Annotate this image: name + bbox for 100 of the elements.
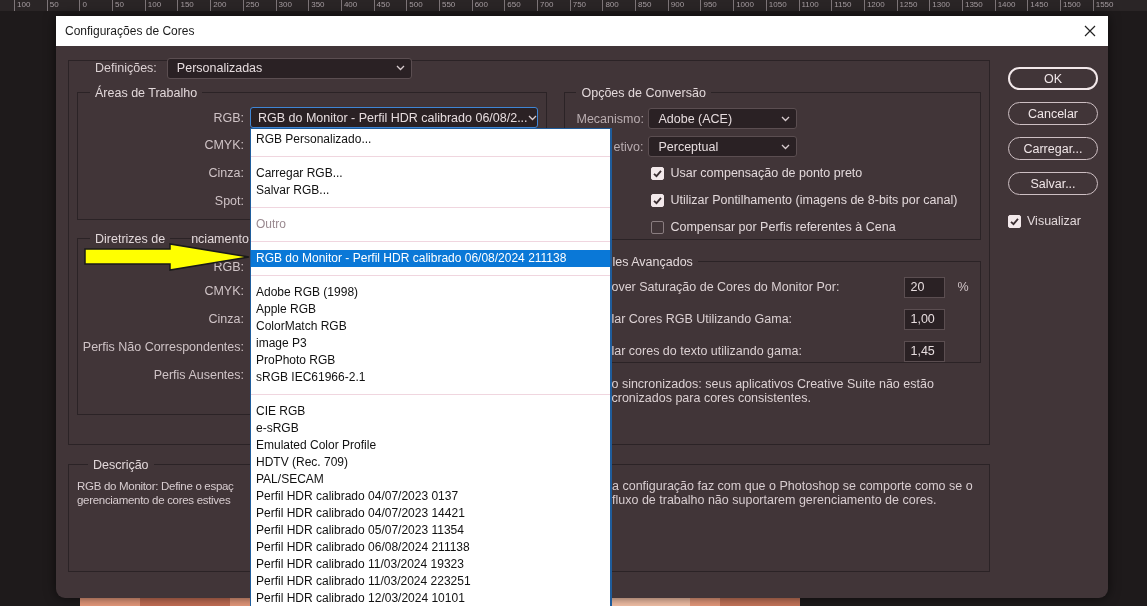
ruler-label: 1250 <box>896 0 930 11</box>
dropdown-field[interactable]: Personalizadas <box>166 57 412 79</box>
ruler-label: 50 <box>112 0 145 11</box>
menu-item[interactable]: Salvar RGB... <box>251 182 610 199</box>
ruler-label: 200 <box>210 0 243 11</box>
menu-item[interactable]: Apple RGB <box>251 301 610 318</box>
field-label: Mecanismo: <box>576 111 644 126</box>
checkbox-label: Usar compensação de ponto preto <box>670 166 863 180</box>
description-text: gerenciamento de cores estives <box>77 493 231 507</box>
ruler-label: 1350 <box>961 0 995 11</box>
menu-item[interactable]: Perfil HDR calibrado 11/03/2024 19323 <box>251 556 610 573</box>
field-label: Cinza: <box>208 166 244 180</box>
menu-item[interactable]: Adobe RGB (1998) <box>251 284 610 301</box>
dropdown-field[interactable]: Adobe (ACE) <box>648 108 798 129</box>
chevron-icon <box>781 115 791 122</box>
ruler-label: 1550 <box>1092 0 1126 11</box>
menu-item[interactable]: image P3 <box>251 335 610 352</box>
note-text: cronizados para cores consistentes. <box>611 391 812 405</box>
field-label: lar cores do texto utilizando gama: <box>611 344 803 358</box>
menu-item[interactable]: Perfil HDR calibrado 12/03/2024 10101 <box>251 590 610 606</box>
field-label: Perfis Não Correspondentes: <box>82 340 244 354</box>
chevron-icon <box>527 114 537 121</box>
number-field[interactable]: 1,00 <box>904 308 946 330</box>
ruler-label: 100 <box>144 0 178 11</box>
ruler-label: 900 <box>667 0 701 11</box>
menu-item[interactable]: Emulated Color Profile <box>251 437 610 454</box>
ruler-label: 1150 <box>831 0 864 11</box>
menu-item[interactable]: PAL/SECAM <box>251 471 610 488</box>
menu-item[interactable]: ColorMatch RGB <box>251 318 610 335</box>
menu-item[interactable]: e-sRGB <box>251 420 610 437</box>
menu-item[interactable]: HDTV (Rec. 709) <box>251 454 610 471</box>
chevron-icon <box>781 143 791 150</box>
ruler-label: 50 <box>46 0 80 11</box>
menu-item[interactable]: CIE RGB <box>251 403 610 420</box>
group-title: Descrição <box>88 457 154 473</box>
ruler-label: 1500 <box>1060 0 1093 11</box>
description-text: a configuração faz com que o Photoshop se comporte como se o <box>612 479 974 493</box>
ruler-label: 1450 <box>1027 0 1060 11</box>
dropdown-field[interactable]: RGB do Monitor - Perfil HDR calibrado 06/08/2... <box>250 107 538 128</box>
field-label: etivo: <box>612 139 644 154</box>
menu-item[interactable]: RGB do Monitor - Perfil HDR calibrado 06/08/2024 211138 <box>251 250 610 267</box>
menu-item[interactable]: Carregar RGB... <box>251 165 610 182</box>
chevron-icon <box>395 65 405 71</box>
field-label: Perfis Ausentes: <box>153 368 244 382</box>
menu-item[interactable]: Perfil HDR calibrado 04/07/2023 0137 <box>251 488 610 505</box>
ruler-label: 550 <box>438 0 472 11</box>
dropdown-field[interactable]: Perceptual <box>648 136 798 157</box>
close-button[interactable] <box>1082 23 1098 39</box>
ruler-label: 600 <box>471 0 505 11</box>
checkbox-label: Compensar por Perfis referentes à Cena <box>670 220 896 234</box>
group-title: les Avançados <box>612 254 698 270</box>
number-field[interactable]: 20 <box>904 276 946 298</box>
field-label: RGB: <box>213 110 244 125</box>
window-title: Configurações de Cores <box>65 24 195 38</box>
ruler-label: 950 <box>700 0 734 11</box>
field-label: CMYK: <box>204 284 244 298</box>
ruler-label: 400 <box>340 0 374 11</box>
menu-item[interactable]: RGB Personalizado... <box>251 131 610 148</box>
ruler-label: 150 <box>177 0 211 11</box>
ruler-label: 0 <box>79 0 113 11</box>
ruler-label: 350 <box>308 0 341 11</box>
ruler-label: 750 <box>569 0 603 11</box>
ruler-label: 1000 <box>733 0 766 11</box>
ruler-label: 1050 <box>765 0 799 11</box>
field-label: over Saturação de Cores do Monitor Por: <box>611 280 841 294</box>
menu-item[interactable]: Perfil HDR calibrado 11/03/2024 223251 <box>251 573 610 590</box>
menu-item[interactable]: ProPhoto RGB <box>251 352 610 369</box>
menu-item[interactable]: sRGB IEC61966-2.1 <box>251 369 610 386</box>
close-icon <box>1084 25 1096 37</box>
field-label: Spot: <box>214 194 244 208</box>
checkbox[interactable] <box>651 220 665 234</box>
ruler-label: 1100 <box>798 0 832 11</box>
description-text: fluxo de trabalho não suportarem gerenciamento de cores. <box>612 493 938 507</box>
field-label: CMYK: <box>204 138 244 152</box>
ruler-label: 250 <box>242 0 276 11</box>
checkbox-label: Utilizar Pontilhamento (imagens de 8-bits por canal) <box>670 193 958 207</box>
ruler-label: 1200 <box>863 0 897 11</box>
menu-item[interactable]: Perfil HDR calibrado 06/08/2024 211138 <box>251 539 610 556</box>
dialog-button[interactable]: OK <box>1008 67 1098 90</box>
ruler-label: 800 <box>602 0 636 11</box>
ruler-label: 500 <box>406 0 439 11</box>
field-label: Cinza: <box>208 312 244 326</box>
note-text: o sincronizados: seus aplicativos Creative Suite não estão <box>611 377 935 391</box>
field-label: RGB: <box>213 260 244 274</box>
number-field[interactable]: 1,45 <box>904 340 946 362</box>
checkbox-label: Visualizar <box>1027 214 1081 228</box>
unit-label: % <box>957 280 969 294</box>
ruler-label: 1300 <box>929 0 962 11</box>
field-label: lar Cores RGB Utilizando Gama: <box>611 312 794 326</box>
ruler-label: 700 <box>537 0 570 11</box>
ruler-label: 650 <box>504 0 537 11</box>
menu-item[interactable]: Perfil HDR calibrado 04/07/2023 14421 <box>251 505 610 522</box>
ruler-label: 450 <box>373 0 407 11</box>
ruler-label: 100 <box>14 0 47 11</box>
ruler-label: 300 <box>275 0 309 11</box>
menu-item[interactable]: Perfil HDR calibrado 05/07/2023 11354 <box>251 522 610 539</box>
ruler-label: 1400 <box>994 0 1028 11</box>
ruler-label: 850 <box>635 0 668 11</box>
group-title: Opções de Conversão <box>576 85 711 101</box>
description-text: RGB do Monitor: Define o espaç <box>77 479 234 493</box>
